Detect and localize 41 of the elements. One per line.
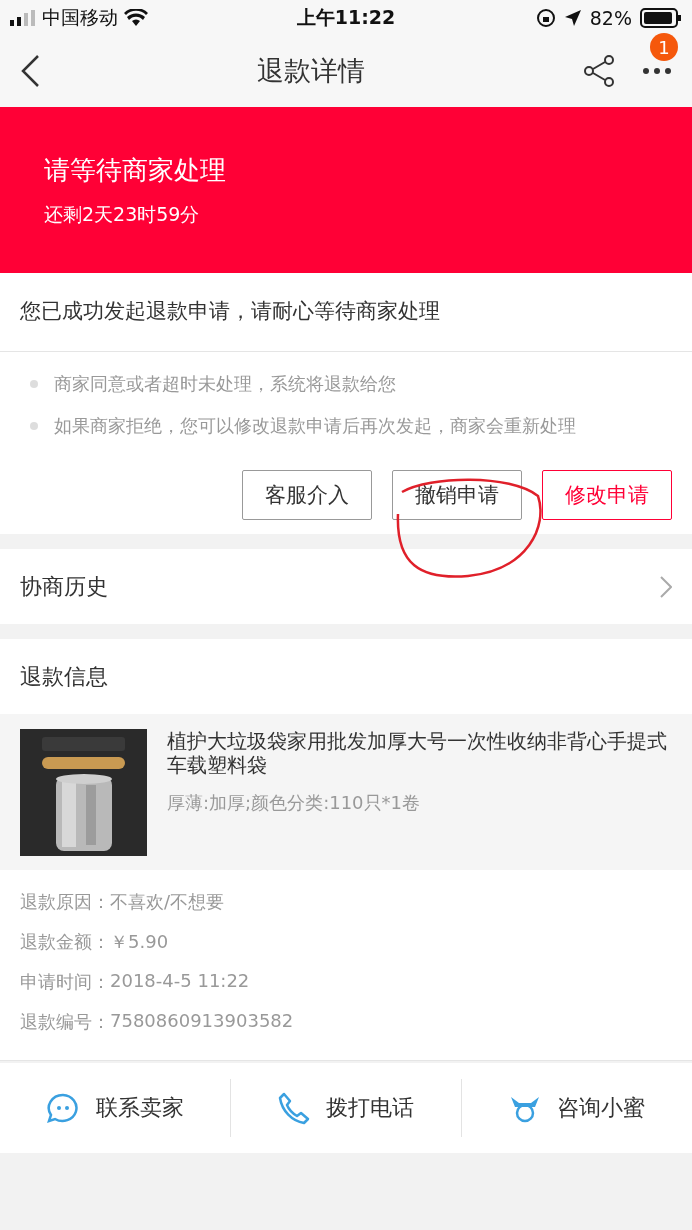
product-name[interactable]: 植护大垃圾袋家用批发加厚大号一次性收纳非背心手提式车载塑料袋 xyxy=(167,729,672,777)
bottom-action-button[interactable]: 拨打电话 xyxy=(230,1079,461,1137)
field-value: ￥5.90 xyxy=(110,930,169,954)
tip-text: 商家同意或者超时未处理，系统将退款给您 xyxy=(54,372,396,396)
phone-icon xyxy=(278,1091,310,1125)
signal-icon xyxy=(10,9,36,26)
chevron-right-icon xyxy=(660,575,672,598)
action-button[interactable]: 撤销申请 xyxy=(392,470,522,520)
bottom-action-button[interactable]: 咨询小蜜 xyxy=(461,1079,692,1137)
wifi-icon xyxy=(124,8,148,27)
back-button[interactable] xyxy=(20,54,40,88)
field-label: 退款编号： xyxy=(20,1010,110,1034)
field-value: 2018-4-5 11:22 xyxy=(110,970,250,993)
countdown-text: 还剩2天23时59分 xyxy=(44,202,201,227)
product-spec: 厚薄:加厚;颜色分类:110只*1卷 xyxy=(167,791,421,815)
notification-badge: 1 xyxy=(650,33,678,61)
field-value: 7580860913903582 xyxy=(110,1010,294,1033)
battery-icon xyxy=(640,7,682,28)
page-title: 退款详情 xyxy=(256,54,366,88)
share-button[interactable] xyxy=(582,54,616,88)
action-button[interactable]: 修改申请 xyxy=(542,470,672,520)
field-value: 不喜欢/不想要 xyxy=(110,890,225,914)
action-button[interactable]: 客服介入 xyxy=(242,470,372,520)
section-heading: 退款信息 xyxy=(0,639,692,714)
rotation-lock-icon xyxy=(535,7,556,28)
clock: 上午11:22 xyxy=(296,4,396,30)
field-label: 申请时间： xyxy=(20,970,110,994)
banner-title: 请等待商家处理 xyxy=(44,154,227,187)
carrier-name: 中国移动 xyxy=(42,4,118,30)
history-row[interactable]: 协商历史 xyxy=(0,549,692,624)
location-arrow-icon xyxy=(563,8,582,27)
notice-text: 您已成功发起退款申请，请耐心等待商家处理 xyxy=(0,273,692,352)
field-label: 退款金额： xyxy=(20,930,110,954)
chat-bubble-icon xyxy=(46,1092,80,1124)
tip-text: 如果商家拒绝，您可以修改退款申请后再次发起，商家会重新处理 xyxy=(54,414,576,438)
battery-percent: 82% xyxy=(589,6,632,29)
bullet-dot xyxy=(30,380,38,388)
field-label: 退款原因： xyxy=(20,890,110,914)
bottom-action-button[interactable]: 联系卖家 xyxy=(0,1079,230,1137)
bullet-dot xyxy=(30,422,38,430)
more-button[interactable] xyxy=(642,67,672,75)
